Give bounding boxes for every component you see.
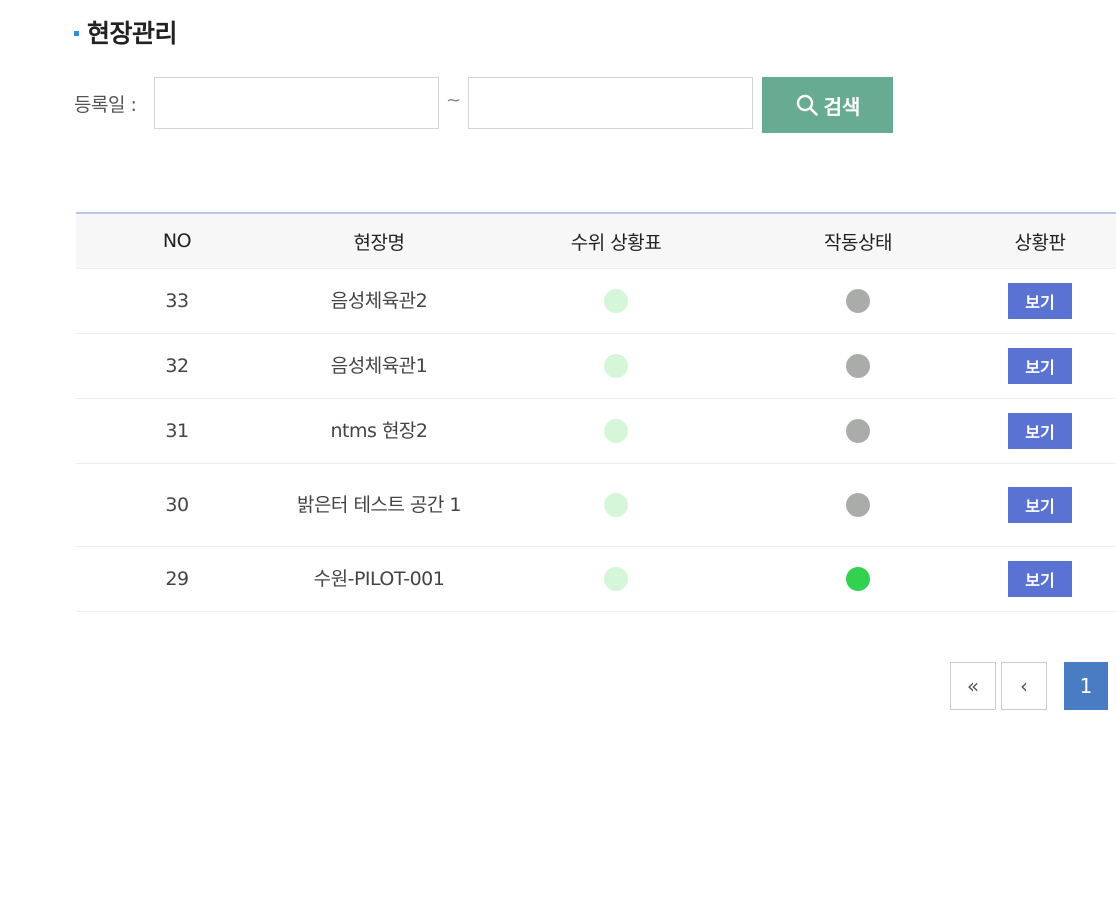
search-icon [796, 94, 818, 116]
table-row: 31 ntms 현장2 보기 [76, 398, 1116, 464]
water-level-indicator-icon [604, 567, 628, 591]
table-row: 32 음성체육관1 보기 [76, 333, 1116, 399]
column-header-no: NO [76, 213, 278, 269]
row-status-board: 보기 [964, 463, 1116, 547]
table-row: 30 밝은터 테스트 공간 1 보기 [76, 463, 1116, 547]
pagination: « ‹ 1 [950, 662, 1113, 712]
view-button[interactable]: 보기 [1008, 413, 1072, 449]
row-operation-status [752, 333, 964, 399]
first-page-button[interactable]: « [950, 662, 996, 710]
end-date-input[interactable] [468, 77, 753, 129]
search-button-label: 검색 [823, 94, 861, 119]
site-name-text: ntms 현장2 [330, 420, 429, 442]
table-header-row: NO 현장명 수위 상황표 작동상태 상황판 [76, 213, 1116, 269]
site-name-text: 음성체육관1 [330, 355, 428, 377]
row-operation-status [752, 463, 964, 547]
operation-status-indicator-icon [846, 493, 870, 517]
search-bar: 등록일 : ~ 검색 [74, 76, 904, 134]
water-level-indicator-icon [604, 289, 628, 313]
site-table: NO 현장명 수위 상황표 작동상태 상황판 33 음성체육관2 보기 32 음… [76, 212, 1116, 612]
view-button[interactable]: 보기 [1008, 487, 1072, 523]
row-water-level [480, 463, 752, 547]
column-header-operation-status: 작동상태 [752, 213, 964, 269]
previous-page-button[interactable]: ‹ [1001, 662, 1047, 710]
row-site-name: 음성체육관2 [278, 268, 480, 334]
column-header-water-level: 수위 상황표 [480, 213, 752, 269]
view-button[interactable]: 보기 [1008, 561, 1072, 597]
operation-status-indicator-icon [846, 289, 870, 313]
date-range-separator: ~ [446, 90, 462, 111]
water-level-indicator-icon [604, 354, 628, 378]
row-no: 32 [76, 333, 278, 399]
row-site-name: 음성체육관1 [278, 333, 480, 399]
row-site-name: 밝은터 테스트 공간 1 [278, 463, 480, 547]
row-status-board: 보기 [964, 333, 1116, 399]
water-level-indicator-icon [604, 419, 628, 443]
row-status-board: 보기 [964, 268, 1116, 334]
row-water-level [480, 333, 752, 399]
double-chevron-left-icon: « [966, 674, 980, 698]
view-button[interactable]: 보기 [1008, 283, 1072, 319]
start-date-input[interactable] [154, 77, 439, 129]
row-water-level [480, 546, 752, 612]
page-title-text: 현장관리 [87, 19, 178, 48]
water-level-indicator-icon [604, 493, 628, 517]
site-name-text: 밝은터 테스트 공간 1 [296, 494, 462, 516]
row-water-level [480, 398, 752, 464]
row-site-name: 수원-PILOT-001 [278, 546, 480, 612]
operation-status-indicator-icon [846, 419, 870, 443]
search-button[interactable]: 검색 [762, 77, 893, 133]
column-header-site-name: 현장명 [278, 213, 480, 269]
row-water-level [480, 268, 752, 334]
title-marker-icon [74, 30, 79, 36]
row-site-name: ntms 현장2 [278, 398, 480, 464]
page-title: 현장관리 [74, 14, 178, 50]
row-operation-status [752, 268, 964, 334]
chevron-left-icon: ‹ [1020, 674, 1028, 698]
row-no: 31 [76, 398, 278, 464]
row-operation-status [752, 398, 964, 464]
table-row: 33 음성체육관2 보기 [76, 268, 1116, 334]
operation-status-indicator-icon [846, 567, 870, 591]
page-number-button[interactable]: 1 [1064, 662, 1108, 710]
operation-status-indicator-icon [846, 354, 870, 378]
row-no: 30 [76, 463, 278, 547]
row-status-board: 보기 [964, 398, 1116, 464]
site-name-text: 수원-PILOT-001 [313, 568, 445, 590]
column-header-status-board: 상황판 [964, 213, 1116, 269]
row-no: 29 [76, 546, 278, 612]
row-no: 33 [76, 268, 278, 334]
registration-date-label: 등록일 : [74, 94, 137, 116]
row-operation-status [752, 546, 964, 612]
row-status-board: 보기 [964, 546, 1116, 612]
table-row: 29 수원-PILOT-001 보기 [76, 546, 1116, 612]
site-name-text: 음성체육관2 [330, 290, 428, 312]
view-button[interactable]: 보기 [1008, 348, 1072, 384]
